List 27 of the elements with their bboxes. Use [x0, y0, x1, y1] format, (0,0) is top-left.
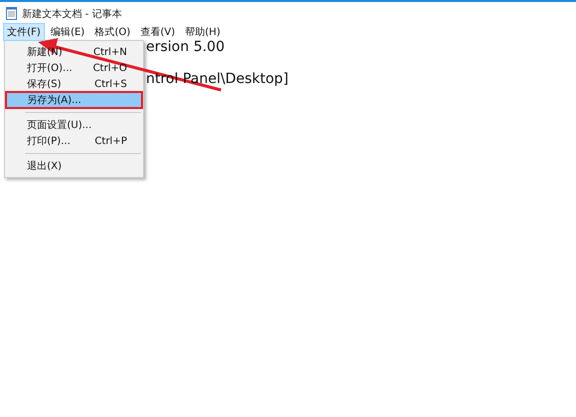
menu-bar-item[interactable]: 帮助(H)	[181, 23, 224, 41]
shortcut-text: Ctrl+S	[94, 78, 127, 90]
menu-item[interactable]: 页面设置(U)...	[7, 118, 141, 132]
menu-bar-item[interactable]: 文件(F)	[3, 23, 45, 41]
window-title: 新建文本文档 - 记事本	[22, 8, 122, 20]
shortcut-text: Ctrl+N	[93, 46, 127, 58]
menu-item-label: 另存为(A)...	[27, 94, 82, 107]
text-line: ersion 5.00	[146, 39, 225, 55]
menu-item-label: 新建(N)	[27, 46, 62, 59]
menu-item[interactable]: 退出(X)	[7, 159, 141, 173]
menu-item-label: 页面设置(U)...	[27, 118, 92, 132]
shortcut-text: Ctrl+P	[94, 136, 127, 146]
shortcut-text: Ctrl+O	[92, 62, 127, 74]
menu-bar-item[interactable]: 查看(V)	[136, 23, 180, 41]
menu-item-label: 保存(S)	[27, 78, 62, 91]
text-line: ntrol Panel\Desktop]	[146, 71, 288, 87]
menu-item-label: 退出(X)	[27, 160, 62, 173]
menu-bar-item[interactable]: 编辑(E)	[46, 23, 89, 41]
menu-item[interactable]: 新建(N) Ctrl+N	[7, 45, 141, 59]
menu-item[interactable]: 打开(O)... Ctrl+O	[7, 61, 141, 75]
notepad-icon	[6, 7, 17, 20]
menu-item[interactable]: 保存(S) Ctrl+S	[7, 77, 141, 91]
menu-item-label: 打开(O)...	[27, 62, 72, 75]
menu-item-label: 打印(P)...	[27, 134, 70, 148]
menu-item[interactable]: 打印(P)... Ctrl+P	[7, 134, 141, 148]
menu-bar-item[interactable]: 格式(O)	[90, 23, 134, 41]
menu-item[interactable]: 另存为(A)...	[7, 93, 141, 107]
